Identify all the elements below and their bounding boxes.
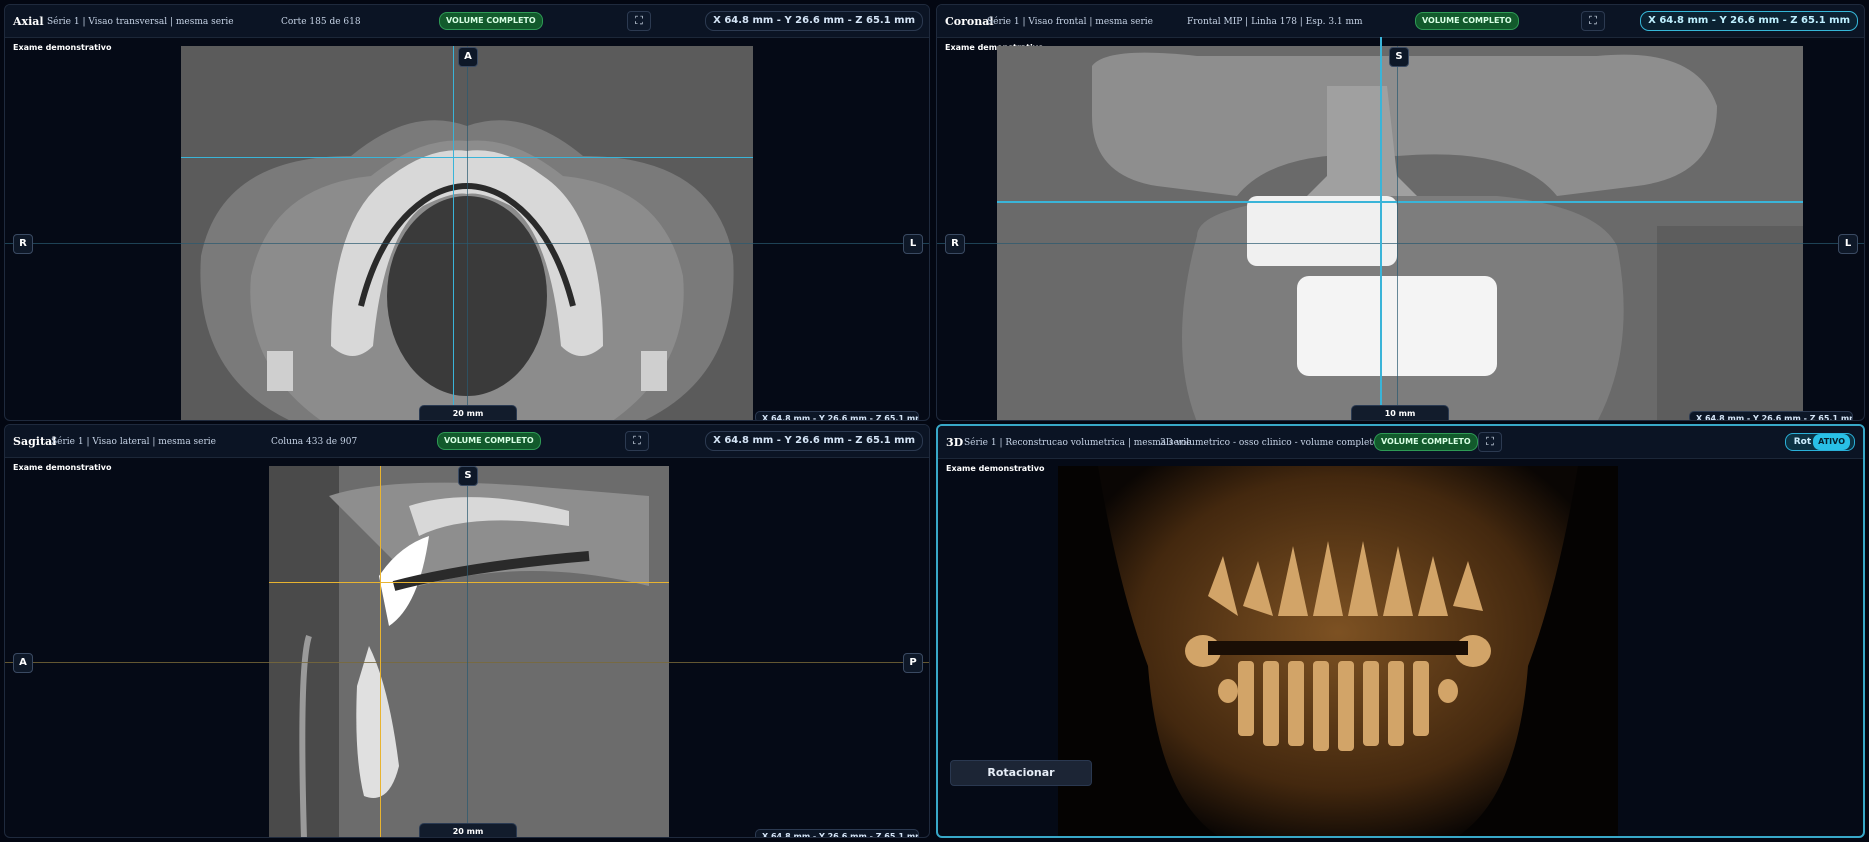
orientation-label-right: P — [903, 653, 923, 673]
exam-label: Exame demonstrativo — [946, 464, 1045, 473]
reference-line-vertical — [467, 466, 468, 837]
slice-info: Coluna 433 de 907 — [271, 437, 358, 447]
status-badge: VOLUME COMPLETO — [1374, 433, 1478, 451]
exam-label: Exame demonstrativo — [13, 463, 112, 472]
crosshair-vertical[interactable] — [1380, 37, 1382, 420]
crosshair-horizontal[interactable] — [997, 201, 1803, 203]
orientation-label-left: A — [13, 653, 33, 673]
orientation-label-top: A — [458, 47, 478, 67]
coronal-image[interactable] — [997, 46, 1803, 420]
crosshair-vertical[interactable] — [453, 46, 454, 420]
scale-bar: 20 mm — [419, 405, 517, 420]
slice-info: Corte 185 de 618 — [281, 17, 361, 27]
coordinates-readout: X 64.8 mm - Y 26.6 mm - Z 65.1 mm — [705, 11, 923, 31]
reference-line-vertical — [1397, 46, 1398, 420]
pane-title: Sagital — [13, 435, 57, 448]
axial-header: Axial Série 1 | Visao transversal | mesm… — [5, 5, 929, 38]
scale-bar: 10 mm — [1351, 405, 1449, 420]
volume-3d-header: 3D Série 1 | Reconstrucao volumetrica | … — [938, 426, 1863, 459]
coronal-scan — [997, 46, 1803, 420]
exam-label: Exame demonstrativo — [13, 43, 112, 52]
coronal-pane[interactable]: Coronal Série 1 | Visao frontal | mesma … — [936, 4, 1865, 421]
fullscreen-icon[interactable]: ⛶ — [1581, 11, 1605, 31]
orientation-label-right: L — [1838, 234, 1858, 254]
pane-subtitle: Série 1 | Reconstrucao volumetrica | mes… — [964, 438, 1192, 448]
volume-3d-pane[interactable]: 3D Série 1 | Reconstrucao volumetrica | … — [936, 424, 1865, 838]
reference-line-horizontal — [937, 243, 1864, 244]
orientation-label-left: R — [945, 234, 965, 254]
crosshair-horizontal[interactable] — [269, 582, 669, 583]
status-badge: VOLUME COMPLETO — [439, 12, 543, 30]
sagital-header: Sagital Série 1 | Visao lateral | mesma … — [5, 425, 929, 458]
bottom-coordinates: X 64.8 mm - Y 26.6 mm - Z 65.1 mm — [755, 829, 919, 837]
fullscreen-icon[interactable]: ⛶ — [627, 11, 651, 31]
coordinates-readout: X 64.8 mm - Y 26.6 mm - Z 65.1 mm — [705, 431, 923, 451]
render-info: 3D volumetrico - osso clinico - volume c… — [1160, 438, 1379, 448]
pane-subtitle: Série 1 | Visao transversal | mesma seri… — [47, 17, 234, 27]
pane-title: 3D — [946, 436, 964, 449]
jaw-3d-render — [1058, 466, 1618, 836]
viewer-grid: Axial Série 1 | Visao transversal | mesm… — [0, 0, 1869, 842]
rotate-button[interactable]: Rotacionar — [950, 760, 1092, 786]
rotate-state-badge: ATIVO — [1813, 434, 1850, 450]
fullscreen-icon[interactable]: ⛶ — [1478, 432, 1502, 452]
coordinates-readout: X 64.8 mm - Y 26.6 mm - Z 65.1 mm — [1640, 11, 1858, 31]
scale-bar: 20 mm — [419, 823, 517, 837]
axial-pane[interactable]: Axial Série 1 | Visao transversal | mesm… — [4, 4, 930, 421]
coronal-header: Coronal Série 1 | Visao frontal | mesma … — [937, 5, 1864, 38]
slice-info: Frontal MIP | Linha 178 | Esp. 3.1 mm — [1187, 17, 1363, 27]
orientation-label-top: S — [1389, 47, 1409, 67]
crosshair-vertical[interactable] — [380, 466, 381, 837]
reference-line-vertical — [467, 46, 468, 420]
fullscreen-icon[interactable]: ⛶ — [625, 431, 649, 451]
pane-subtitle: Série 1 | Visao frontal | mesma serie — [987, 17, 1153, 27]
pane-subtitle: Série 1 | Visao lateral | mesma serie — [51, 437, 217, 447]
orientation-label-left: R — [13, 234, 33, 254]
sagital-scan — [269, 466, 669, 837]
volume-3d-render[interactable] — [1058, 466, 1618, 836]
status-badge: VOLUME COMPLETO — [437, 432, 541, 450]
sagital-pane[interactable]: Sagital Série 1 | Visao lateral | mesma … — [4, 424, 930, 838]
rotate-toggle-label: Rot — [1793, 437, 1812, 447]
rotate-toggle[interactable]: Rot ATIVO — [1784, 433, 1855, 451]
pane-title: Axial — [13, 15, 44, 28]
sagital-image[interactable] — [269, 466, 669, 837]
bottom-coordinates: X 64.8 mm - Y 26.6 mm - Z 65.1 mm — [1689, 411, 1853, 420]
status-badge: VOLUME COMPLETO — [1415, 12, 1519, 30]
orientation-label-top: S — [458, 466, 478, 486]
orientation-label-right: L — [903, 234, 923, 254]
bottom-coordinates: X 64.8 mm - Y 26.6 mm - Z 65.1 mm — [755, 411, 919, 420]
